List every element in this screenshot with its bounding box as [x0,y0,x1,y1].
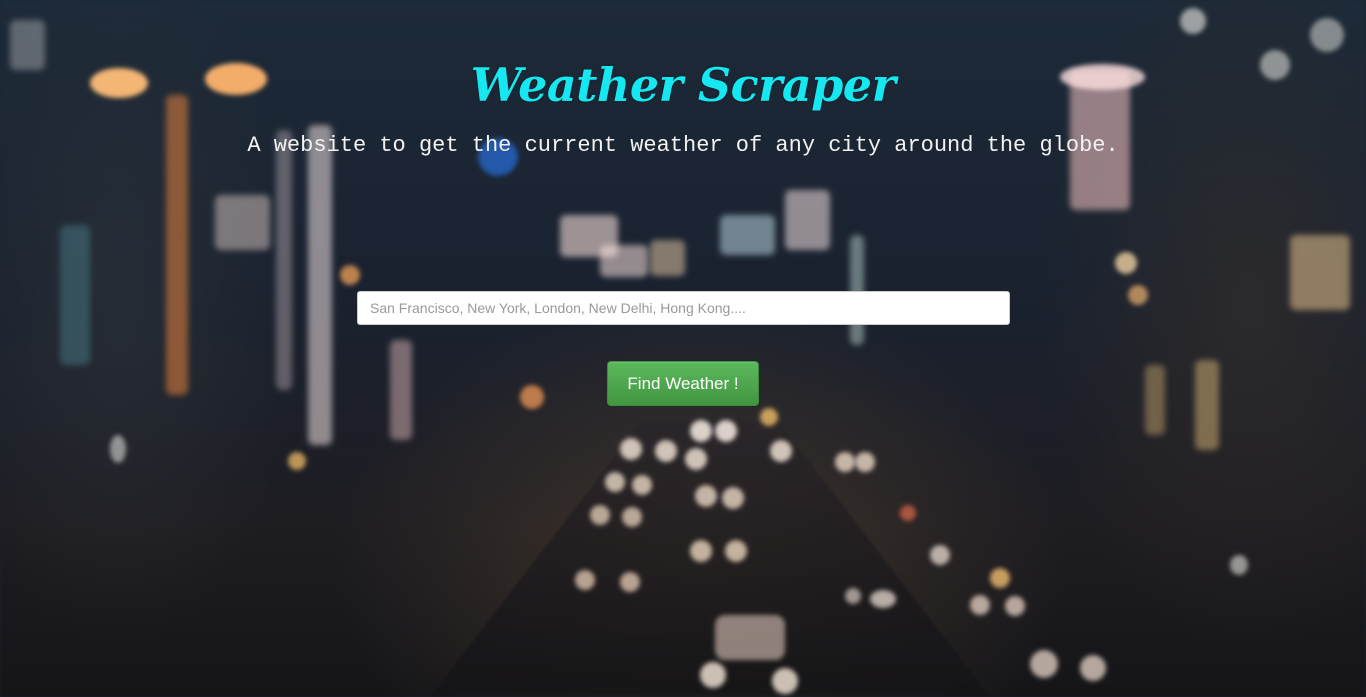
find-weather-button[interactable]: Find Weather ! [607,361,759,406]
page-content: Weather Scraper A website to get the cur… [0,0,1366,697]
page-title: Weather Scraper [470,58,896,112]
city-search-input[interactable] [357,291,1010,325]
page-subtitle: A website to get the current weather of … [247,133,1119,158]
